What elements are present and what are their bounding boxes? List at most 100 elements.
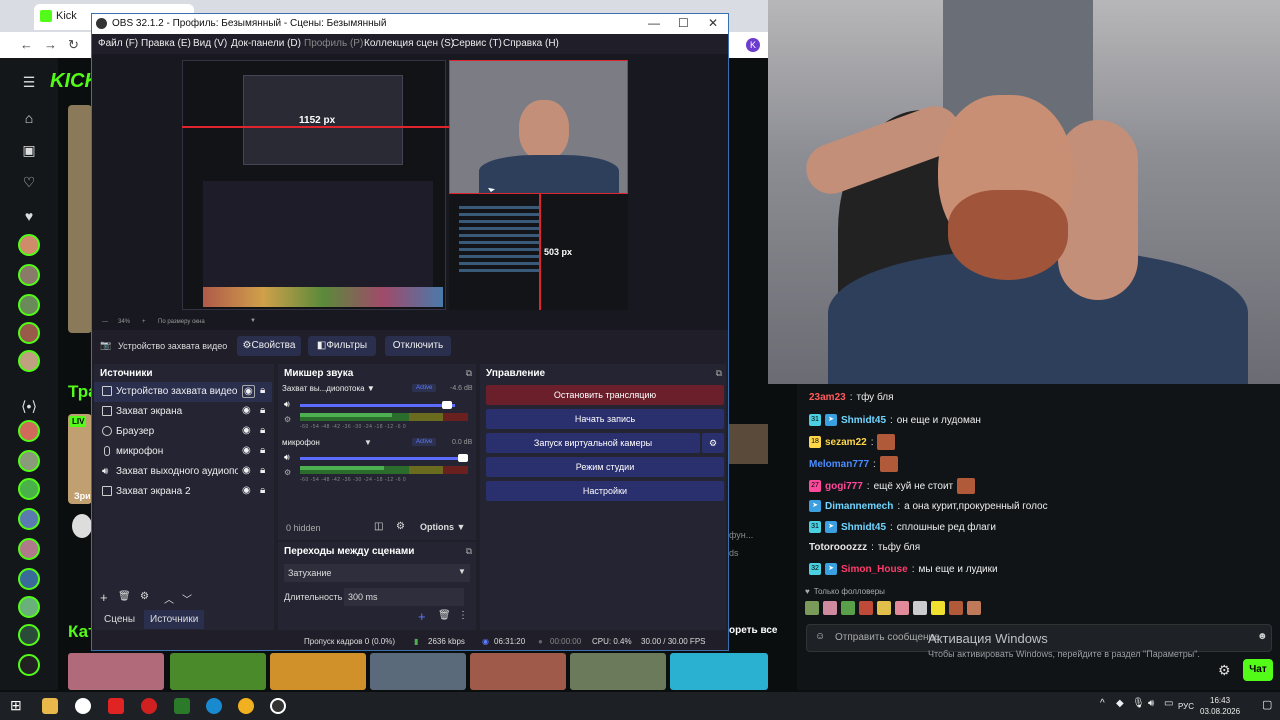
streamer-avatar[interactable] xyxy=(72,514,92,538)
emote[interactable] xyxy=(859,601,873,615)
channel-avatar[interactable] xyxy=(18,420,40,442)
emoji-icon[interactable]: ☺ xyxy=(815,631,825,642)
channel-avatar[interactable] xyxy=(18,350,40,372)
emote[interactable] xyxy=(841,601,855,615)
chat-username[interactable]: Shmidt45 xyxy=(841,522,886,533)
menu-tools[interactable]: Сервис (T) xyxy=(452,38,502,49)
minimize-icon[interactable]: — xyxy=(648,16,660,30)
channel-avatar[interactable] xyxy=(18,568,40,590)
volume-slider-knob[interactable] xyxy=(442,401,452,409)
channel-avatar[interactable] xyxy=(18,596,40,618)
xbox-icon[interactable] xyxy=(174,698,190,714)
transition-select[interactable]: Затухание ▼ xyxy=(284,564,470,582)
move-down-icon[interactable]: ﹀ xyxy=(182,591,192,606)
visibility-eye-icon[interactable]: ◉ xyxy=(242,425,251,436)
chat-username[interactable]: 23am23 xyxy=(809,392,846,403)
dock-popout-icon[interactable]: ⧉ xyxy=(466,546,472,557)
close-icon[interactable]: ✕ xyxy=(708,16,718,30)
volume-slider-knob[interactable] xyxy=(458,454,468,462)
stream-thumbnail[interactable] xyxy=(729,424,768,464)
maximize-icon[interactable]: ☐ xyxy=(678,16,689,30)
channel-avatar[interactable] xyxy=(18,508,40,530)
volume-icon[interactable]: 🔊︎ xyxy=(1148,698,1154,709)
chat-username[interactable]: Shmidt45 xyxy=(841,415,886,426)
studio-mode-button[interactable]: Режим студии xyxy=(486,457,724,477)
zoom-fit-select[interactable]: По размеру окна xyxy=(158,319,205,325)
volume-slider[interactable] xyxy=(300,454,468,462)
trash-icon[interactable]: 🗑︎ xyxy=(118,591,131,602)
properties-button[interactable]: ⚙Свойства xyxy=(237,336,301,356)
chat-username[interactable]: sezam22 xyxy=(825,437,867,448)
chevron-down-icon[interactable]: ▼ xyxy=(250,318,256,324)
mixer-layout-icon[interactable]: ◫ xyxy=(374,521,383,532)
menu-docks[interactable]: Док-панели (D) xyxy=(231,38,301,49)
edge-icon[interactable] xyxy=(206,698,222,714)
channel-avatar[interactable] xyxy=(18,538,40,560)
add-source-icon[interactable]: + xyxy=(100,590,108,605)
chat-send-button[interactable]: Чат xyxy=(1243,659,1273,681)
virtual-camera-gear-icon[interactable]: ⚙ xyxy=(702,433,724,453)
menu-icon[interactable]: ☰ xyxy=(20,74,38,92)
lock-icon[interactable]: 🔒︎ xyxy=(260,425,265,436)
category-thumbnail[interactable] xyxy=(470,653,566,690)
lock-icon[interactable]: 🔒︎ xyxy=(260,465,265,476)
menu-profile[interactable]: Профиль (P) xyxy=(304,38,363,49)
chat-username[interactable]: Simon_House xyxy=(841,564,908,575)
more-icon[interactable]: ⋮ xyxy=(458,610,468,621)
start-virtual-camera-button[interactable]: Запуск виртуальной камеры xyxy=(486,433,700,453)
menu-edit[interactable]: Правка (E) xyxy=(141,38,191,49)
visibility-eye-icon[interactable]: ◉ xyxy=(242,405,251,416)
start-recording-button[interactable]: Начать запись xyxy=(486,409,724,429)
channel-avatar[interactable] xyxy=(18,450,40,472)
source-selection-box[interactable] xyxy=(449,60,628,194)
category-thumbnail[interactable] xyxy=(370,653,466,690)
yandex-icon[interactable] xyxy=(75,698,91,714)
category-thumbnail[interactable] xyxy=(570,653,666,690)
preview-screen-capture[interactable] xyxy=(182,60,446,310)
network-icon[interactable]: ▭ xyxy=(1164,698,1173,709)
channel-avatar[interactable] xyxy=(18,478,40,500)
mixer-settings-icon[interactable]: ⚙ xyxy=(396,521,405,532)
volume-icon[interactable]: 🔊︎ xyxy=(284,399,290,410)
add-transition-icon[interactable]: + xyxy=(418,609,426,624)
visibility-eye-icon[interactable]: ◉ xyxy=(242,385,255,398)
volume-icon[interactable]: 🔊︎ xyxy=(284,452,290,463)
options-button[interactable]: Options ▼ xyxy=(420,522,465,532)
channel-avatar[interactable] xyxy=(18,624,40,646)
home-icon[interactable]: ⌂ xyxy=(20,110,38,128)
favorites-icon[interactable]: ♥ xyxy=(20,208,38,226)
tab-scenes[interactable]: Сцены xyxy=(98,610,141,629)
following-icon[interactable]: ♡ xyxy=(20,174,38,192)
chat-settings-gear-icon[interactable]: ⚙ xyxy=(1218,662,1231,679)
channel-avatar[interactable] xyxy=(18,654,40,676)
category-thumbnail[interactable] xyxy=(670,653,768,690)
recommended-icon[interactable]: ⟨•⟩ xyxy=(20,398,38,416)
menu-help[interactable]: Справка (H) xyxy=(503,38,559,49)
dock-popout-icon[interactable]: ⧉ xyxy=(466,368,472,379)
menu-scene-collection[interactable]: Коллекция сцен (S) xyxy=(364,38,454,49)
browser-profile-avatar[interactable]: K xyxy=(746,38,760,52)
chat-username[interactable]: gogi777 xyxy=(825,481,863,492)
audio-settings-icon[interactable]: ⚙ xyxy=(284,468,291,477)
lock-icon[interactable]: 🔒︎ xyxy=(260,445,265,456)
channel-avatar[interactable] xyxy=(18,234,40,256)
channel-avatar[interactable] xyxy=(18,264,40,286)
tab-sources[interactable]: Источники xyxy=(144,610,205,629)
channel-avatar[interactable] xyxy=(18,322,40,344)
chat-username[interactable]: Totorooozzz xyxy=(809,542,867,553)
chevron-down-icon[interactable]: ▼ xyxy=(364,438,372,447)
emote[interactable] xyxy=(877,601,891,615)
emote[interactable] xyxy=(895,601,909,615)
emote[interactable] xyxy=(913,601,927,615)
reload-icon[interactable]: ↻ xyxy=(68,37,79,53)
menu-file[interactable]: Файл (F) xyxy=(98,38,138,49)
emote[interactable] xyxy=(805,601,819,615)
notifications-icon[interactable]: ▢ xyxy=(1262,698,1272,711)
disable-button[interactable]: Отключить xyxy=(385,336,451,356)
settings-button[interactable]: Настройки xyxy=(486,481,724,501)
visibility-eye-icon[interactable]: ◉ xyxy=(242,485,251,496)
source-item[interactable]: Захват экрана ◉ 🔒︎ xyxy=(94,402,272,422)
taskbar-clock[interactable]: 16:43 03.08.2026 xyxy=(1200,695,1240,717)
lock-icon[interactable]: 🔒︎ xyxy=(260,405,265,416)
browse-icon[interactable]: ▣ xyxy=(20,142,38,160)
